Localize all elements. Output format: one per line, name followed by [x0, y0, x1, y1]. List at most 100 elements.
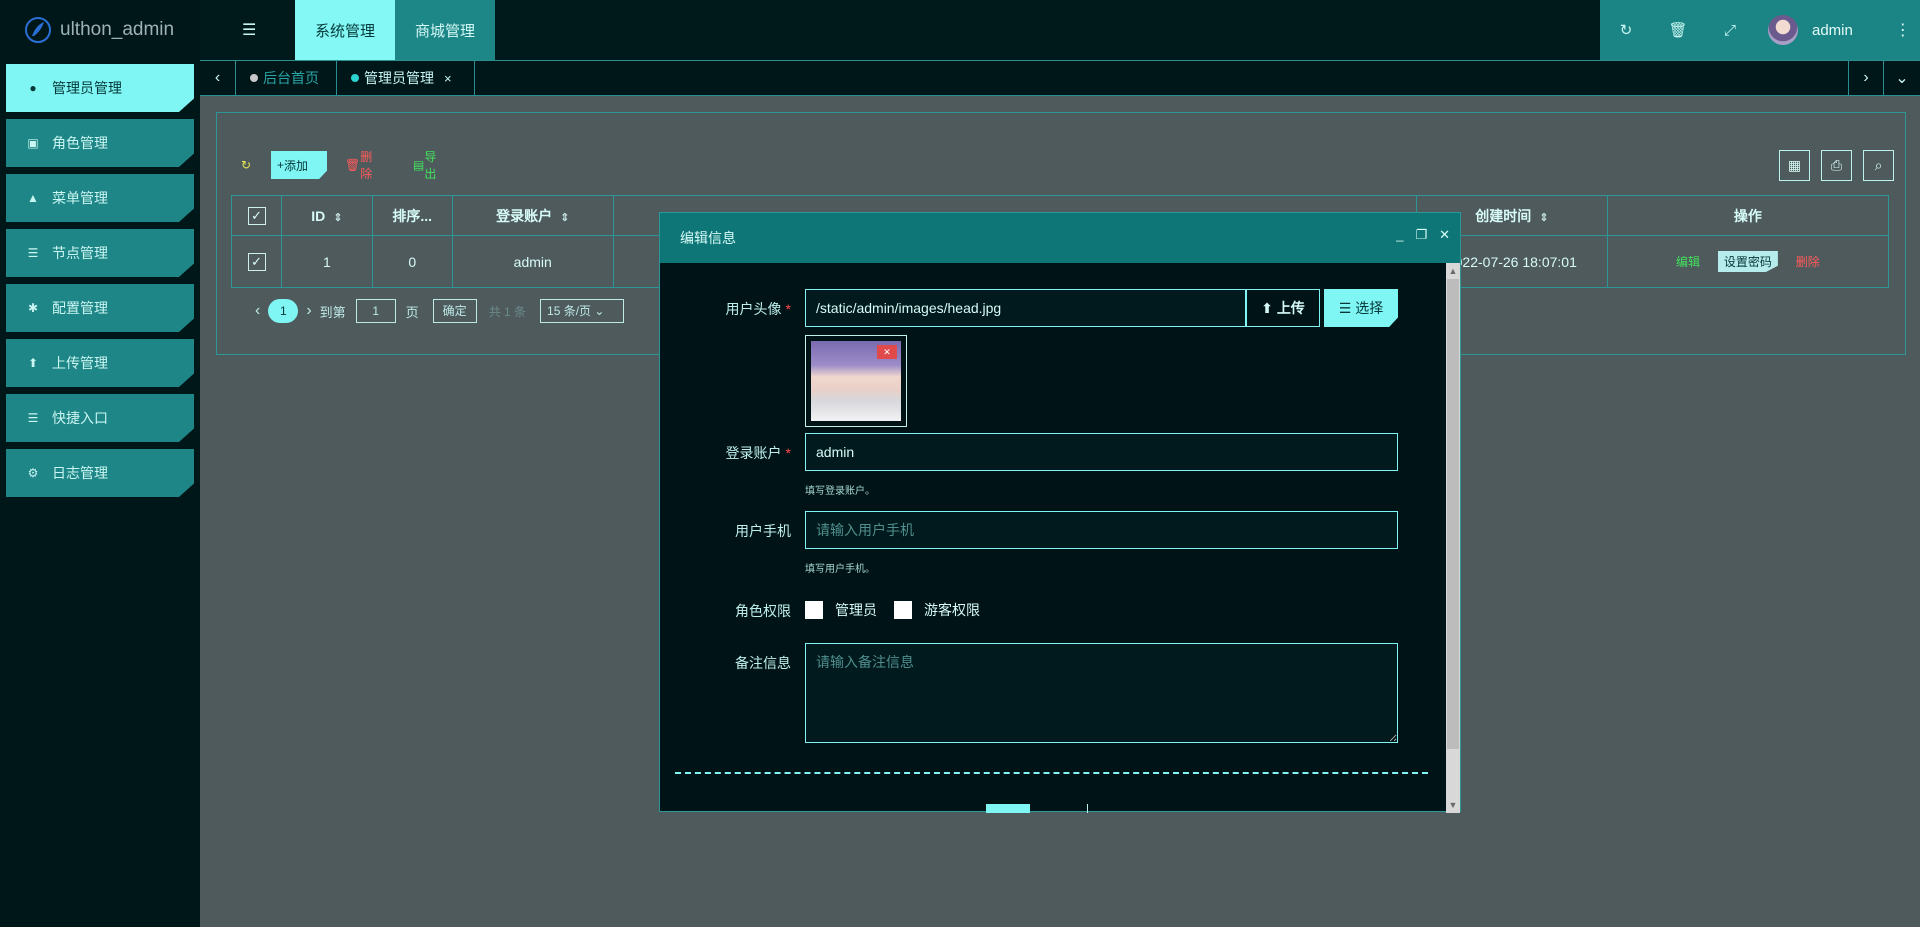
arrow-up-icon: ⬆ [27, 356, 39, 370]
sidebar-item-config[interactable]: ✱ 配置管理 [6, 284, 194, 332]
phone-label: 用户手机 [735, 523, 791, 539]
checkbox-icon[interactable] [805, 601, 823, 619]
list-icon: ☰ [27, 411, 39, 425]
tab-system[interactable]: 系统管理 [295, 0, 395, 60]
search-icon[interactable]: ⌕ [1863, 150, 1894, 181]
sidebar-item-node[interactable]: ☰ 节点管理 [6, 229, 194, 277]
delete-label: 删除 [360, 150, 373, 181]
modal-body: 用户头像* ⬆ 上传 ☰ 选择 ✕ 登录账户* 填写登录账户。 用户手机 填写用… [660, 263, 1448, 813]
tab-home[interactable]: 后台首页 [236, 61, 337, 95]
refresh-icon: ↻ [241, 158, 252, 172]
checkbox-icon[interactable] [894, 601, 912, 619]
page-size-select[interactable]: 15 条/页 ⌄ [540, 299, 625, 323]
sidebar-menu: ● 管理员管理 ▣ 角色管理 ▲ 菜单管理 ☰ 节点管理 ✱ 配置管理 ⬆ 上传… [0, 60, 200, 497]
scroll-up-icon[interactable]: ▲ [1446, 263, 1460, 279]
scroll-thumb[interactable] [1447, 279, 1459, 749]
sidebar: ulthon_admin ● 管理员管理 ▣ 角色管理 ▲ 菜单管理 ☰ 节点管… [0, 0, 200, 927]
form-divider [675, 772, 1428, 774]
fullscreen-icon[interactable]: ⤢ [1704, 22, 1756, 39]
logo-icon [25, 17, 51, 43]
account-hint: 填写登录账户。 [805, 486, 875, 497]
export-label: 导出 [424, 150, 437, 181]
header: ☰ 系统管理 商城管理 ↻ 🗑 ⤢ admin ⋮ [200, 0, 1920, 60]
close-icon[interactable]: ✕ [1439, 227, 1450, 243]
minimize-icon[interactable]: _ [1396, 227, 1403, 243]
next-page-icon[interactable]: › [306, 302, 311, 320]
account-input[interactable] [805, 433, 1398, 471]
sort-icon[interactable]: ⇕ [1539, 212, 1548, 224]
goto-page-input[interactable]: 1 [355, 299, 396, 323]
refresh-button[interactable]: ↻ [235, 151, 265, 179]
prev-page-icon[interactable]: ‹ [255, 302, 260, 320]
sort-icon[interactable]: ⇕ [333, 212, 342, 224]
modal-controls: _ ❐ ✕ [1396, 227, 1450, 243]
list-icon: ☰ [1338, 299, 1352, 316]
export-button[interactable]: ▤ 导出 [407, 151, 453, 179]
col-account[interactable]: 登录账户 ⇕ [451, 195, 614, 236]
user-name[interactable]: admin [1812, 22, 1853, 39]
add-button[interactable]: + 添加 [271, 151, 327, 179]
maximize-icon[interactable]: ❐ [1415, 227, 1427, 243]
sidebar-item-log[interactable]: ⚙ 日志管理 [6, 449, 194, 497]
modal-header[interactable]: 编辑信息 _ ❐ ✕ [660, 213, 1460, 263]
roles-label: 角色权限 [735, 603, 791, 619]
cell-sort: 0 [371, 235, 453, 288]
sidebar-item-label: 管理员管理 [52, 80, 122, 96]
sidebar-item-label: 快捷入口 [52, 410, 108, 426]
sidebar-item-admin[interactable]: ● 管理员管理 [6, 64, 194, 112]
tab-shop[interactable]: 商城管理 [395, 0, 495, 60]
scroll-down-icon[interactable]: ▼ [1446, 797, 1460, 813]
delete-button[interactable]: 🗑 删除 [339, 151, 385, 179]
reset-button[interactable] [1087, 804, 1088, 813]
id-card-icon: ▣ [27, 136, 39, 150]
modal-scrollbar[interactable]: ▲ ▼ [1446, 263, 1460, 813]
col-ops: 操作 [1606, 195, 1890, 236]
role-guest-checkbox[interactable]: 游客权限 [894, 600, 980, 620]
phone-input[interactable] [805, 511, 1398, 549]
print-icon[interactable]: ⎙ [1821, 150, 1852, 181]
remove-image-icon[interactable]: ✕ [877, 345, 897, 359]
submit-button[interactable] [986, 804, 1030, 813]
avatar-path-input[interactable] [805, 289, 1246, 327]
select-all[interactable]: ✓ [230, 195, 283, 236]
sort-icon[interactable]: ⇕ [560, 212, 569, 224]
col-id[interactable]: ID ⇕ [281, 195, 373, 236]
modal-title: 编辑信息 [680, 230, 736, 246]
remark-textarea[interactable] [805, 643, 1398, 743]
goto-confirm-button[interactable]: 确定 [432, 299, 477, 323]
refresh-icon[interactable]: ↻ [1600, 21, 1652, 39]
remark-label: 备注信息 [735, 655, 791, 671]
close-icon[interactable]: × [444, 71, 452, 86]
menu-fold-icon[interactable]: ☰ [242, 20, 260, 39]
col-sort[interactable]: 排序... [371, 195, 453, 236]
logo[interactable]: ulthon_admin [0, 0, 200, 60]
set-password-button[interactable]: 设置密码 [1717, 251, 1778, 272]
choose-button[interactable]: ☰ 选择 [1324, 289, 1398, 327]
row-select[interactable]: ✓ [230, 235, 283, 288]
role-admin-checkbox[interactable]: 管理员 [805, 600, 877, 620]
tab-admin[interactable]: 管理员管理 × [337, 61, 475, 95]
more-icon[interactable]: ⋮ [1895, 20, 1911, 40]
checkbox-icon[interactable]: ✓ [247, 252, 266, 271]
sidebar-item-role[interactable]: ▣ 角色管理 [6, 119, 194, 167]
chevron-right-icon[interactable]: › [1848, 61, 1884, 95]
row-delete-button[interactable]: 删除 [1790, 251, 1826, 272]
asterisk-icon: ✱ [27, 301, 39, 315]
columns-icon[interactable]: ▦ [1779, 150, 1810, 181]
chevron-down-icon[interactable]: ⌄ [1884, 61, 1920, 95]
edit-button[interactable]: 编辑 [1670, 251, 1706, 272]
chevron-left-icon[interactable]: ‹ [200, 61, 236, 95]
sidebar-item-quick[interactable]: ☰ 快捷入口 [6, 394, 194, 442]
current-page[interactable]: 1 [268, 299, 299, 323]
avatar[interactable] [1768, 15, 1798, 45]
upload-icon: ⬆ [1261, 299, 1273, 316]
sidebar-item-upload[interactable]: ⬆ 上传管理 [6, 339, 194, 387]
upload-button[interactable]: ⬆ 上传 [1246, 289, 1320, 327]
edit-modal: 编辑信息 _ ❐ ✕ 用户头像* ⬆ 上传 ☰ 选择 ✕ 登录账户* 填写登录账… [659, 212, 1461, 813]
trash-icon[interactable]: 🗑 [1652, 21, 1704, 39]
sidebar-item-menu[interactable]: ▲ 菜单管理 [6, 174, 194, 222]
page-label: 页 [405, 304, 419, 320]
avatar-label: 用户头像 * [725, 301, 791, 317]
checkbox-icon[interactable]: ✓ [247, 206, 266, 225]
app-title: ulthon_admin [60, 19, 175, 40]
